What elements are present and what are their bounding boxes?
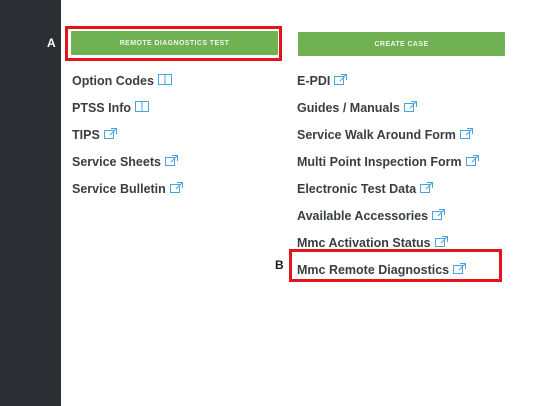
left-link-list: Option Codes PTSS Info TIPS Service Shee… [72, 67, 183, 202]
external-link-icon [432, 208, 446, 223]
highlight-box-b [289, 249, 502, 282]
link-label: TIPS [72, 127, 100, 142]
annotation-marker-a: A [47, 36, 56, 50]
external-link-icon [334, 73, 348, 88]
link-label: Option Codes [72, 73, 154, 88]
link-electronic-test-data[interactable]: Electronic Test Data [297, 175, 479, 202]
link-label: Multi Point Inspection Form [297, 154, 462, 169]
link-label: Electronic Test Data [297, 181, 417, 196]
link-label: Service Sheets [72, 154, 161, 169]
highlight-box-a [65, 26, 282, 61]
link-guides-manuals[interactable]: Guides / Manuals [297, 94, 479, 121]
link-e-pdi[interactable]: E-PDI [297, 67, 479, 94]
link-label: Service Bulletin [72, 181, 166, 196]
link-label: Available Accessories [297, 208, 429, 223]
link-option-codes[interactable]: Option Codes [72, 67, 183, 94]
link-label: PTSS Info [72, 100, 132, 115]
main-panel: REMOTE DIAGNOSTICS TEST CREATE CASE Opti… [61, 0, 543, 406]
link-label: Guides / Manuals [297, 100, 400, 115]
sidebar: A [0, 0, 61, 406]
external-link-icon [403, 100, 417, 115]
link-ptss-info[interactable]: PTSS Info [72, 94, 183, 121]
link-service-bulletin[interactable]: Service Bulletin [72, 175, 183, 202]
link-label: E-PDI [297, 73, 331, 88]
annotation-marker-b: B [275, 258, 284, 272]
external-link-icon [420, 181, 434, 196]
book-icon [135, 100, 150, 115]
external-link-icon [169, 181, 183, 196]
book-icon [157, 73, 172, 88]
external-link-icon [459, 127, 473, 142]
link-label: Service Walk Around Form [297, 127, 456, 142]
link-multi-point-inspection-form[interactable]: Multi Point Inspection Form [297, 148, 479, 175]
external-link-icon [103, 127, 117, 142]
link-tips[interactable]: TIPS [72, 121, 183, 148]
link-label: Mmc Activation Status [297, 235, 431, 250]
link-available-accessories[interactable]: Available Accessories [297, 202, 479, 229]
link-service-walk-around-form[interactable]: Service Walk Around Form [297, 121, 479, 148]
external-link-icon [465, 154, 479, 169]
create-case-button[interactable]: CREATE CASE [298, 32, 505, 56]
external-link-icon [164, 154, 178, 169]
external-link-icon [434, 235, 448, 250]
link-service-sheets[interactable]: Service Sheets [72, 148, 183, 175]
